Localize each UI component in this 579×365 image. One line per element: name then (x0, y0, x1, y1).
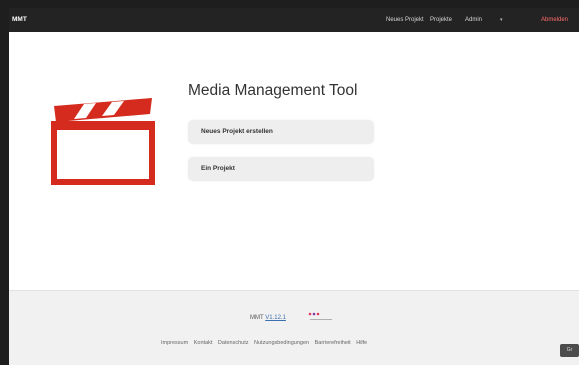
version-prefix: MMT (250, 315, 264, 321)
nav-new-project[interactable]: Neues Projekt (386, 17, 424, 23)
footer-link-barrierefreiheit[interactable]: Barrierefreiheit (315, 340, 351, 346)
brand-link[interactable]: MMT (12, 16, 27, 23)
version-link[interactable]: V1.12.1 (265, 315, 286, 321)
nav-admin[interactable]: Admin (465, 17, 482, 23)
project-button[interactable]: Ein Projekt (188, 157, 374, 181)
footer-link-hilfe[interactable]: Hilfe (356, 340, 367, 346)
footer-link-impressum[interactable]: Impressum (161, 340, 188, 346)
logout-link[interactable]: Abmelden (541, 17, 568, 23)
clapperboard-icon (51, 98, 155, 185)
footer-links: Impressum Kontakt Datenschutz Nutzungsbe… (161, 340, 371, 346)
top-navbar: MMT Neues Projekt Projekte Admin ▾ Abmel… (9, 8, 579, 32)
nav-projects[interactable]: Projekte (430, 17, 452, 23)
footer-link-nutzungsbedingungen[interactable]: Nutzungsbedingungen (254, 340, 309, 346)
corner-button[interactable]: Gr (560, 344, 579, 357)
app-window: MMT Neues Projekt Projekte Admin ▾ Abmel… (9, 8, 579, 365)
footer-link-kontakt[interactable]: Kontakt (194, 340, 213, 346)
page-title: Media Management Tool (188, 82, 358, 99)
footer-link-datenschutz[interactable]: Datenschutz (218, 340, 249, 346)
chevron-down-icon[interactable]: ▾ (500, 17, 503, 23)
new-project-button[interactable]: Neues Projekt erstellen (188, 120, 374, 144)
version-info: MMT V1.12.1 (250, 315, 286, 321)
footer: MMT V1.12.1 Impressum Kontakt Datenschut… (9, 290, 579, 365)
partner-logo (308, 312, 332, 320)
main-content: Media Management Tool Neues Projekt erst… (9, 32, 579, 290)
